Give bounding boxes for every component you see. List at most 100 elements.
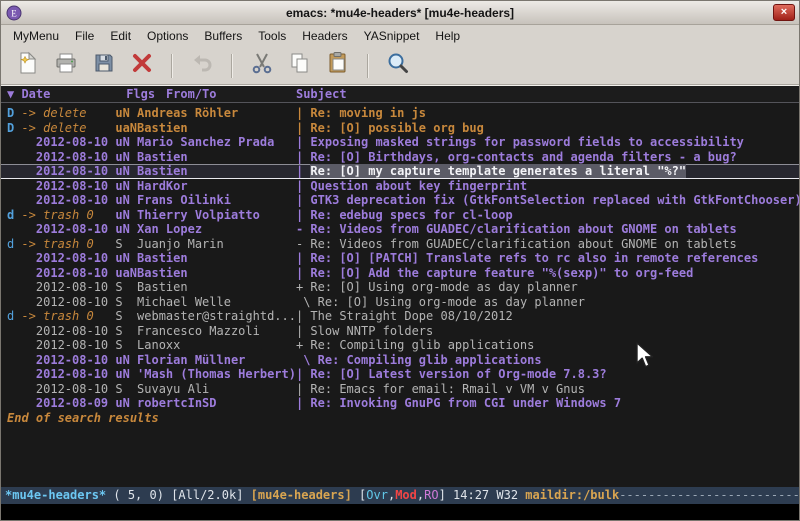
message-flags: S [115, 338, 137, 353]
subject-text: Re: [O] [PATCH] Translate refs to rc als… [310, 251, 758, 265]
header-col-flags[interactable]: Flgs [126, 86, 166, 102]
mode-line-segment-plain: ( 5, 0) [106, 488, 171, 502]
thread-indicator: | [296, 251, 310, 265]
subject-text: Re: Emacs for email: Rmail v VM v Gnus [310, 382, 585, 396]
header-col-date[interactable]: ▼ Date [7, 86, 126, 102]
message-row[interactable]: 2012-08-10SBastien+ Re: [O] Using org-mo… [1, 280, 799, 295]
message-flags: S [115, 237, 137, 252]
subject-text: Re: [O] Birthdays, org-contacts and agen… [310, 150, 736, 164]
undo-button[interactable] [186, 50, 218, 82]
thread-indicator: | [296, 266, 310, 280]
message-row[interactable]: 2012-08-10uNBastien| Re: [O] my capture … [1, 164, 799, 179]
subject-text: Slow NNTP folders [310, 324, 433, 338]
mode-line-segment-mode: [mu4e-headers] [251, 488, 352, 502]
menu-tools[interactable]: Tools [250, 26, 294, 46]
new-file-button[interactable] [12, 50, 44, 82]
message-subject: | Exposing masked strings for password f… [296, 135, 799, 150]
window-close-button[interactable]: × [773, 4, 795, 21]
message-flags: S [115, 309, 137, 324]
subject-text: Re: [O] Add the capture feature "%(sexp)… [310, 266, 693, 280]
svg-text:E: E [11, 8, 17, 18]
save-button[interactable] [88, 50, 120, 82]
print-button[interactable] [50, 50, 82, 82]
message-flags: S [115, 280, 137, 295]
message-row[interactable]: 2012-08-10uNXan Lopez- Re: Videos from G… [1, 222, 799, 237]
mark-action: -> delete [14, 121, 86, 135]
message-subject: \ Re: [O] Using org-mode as day planner [296, 295, 799, 310]
message-mark: d -> trash 0 [7, 309, 115, 324]
message-date: 2012-08-10 [7, 295, 115, 310]
message-mark: D -> delete [7, 106, 115, 121]
menu-help[interactable]: Help [427, 26, 468, 46]
subject-text: GTK3 deprecation fix (GtkFontSelection r… [310, 193, 799, 207]
mode-line-segment-query: maildir:/bulk [525, 488, 619, 502]
message-row[interactable]: 2012-08-10uaNBastien| Re: [O] Add the ca… [1, 266, 799, 281]
thread-indicator: | [296, 164, 310, 178]
menu-mymenu[interactable]: MyMenu [5, 26, 67, 46]
message-row[interactable]: 2012-08-09uNrobertcInSD| Re: Invoking Gn… [1, 396, 799, 411]
message-subject: - Re: Videos from GUADEC/clarification a… [296, 222, 799, 237]
menu-yasnippet[interactable]: YASnippet [356, 26, 428, 46]
message-flags: S [115, 382, 137, 397]
message-date: 2012-08-10 [7, 353, 115, 368]
message-from: Florian Müllner [137, 353, 296, 368]
close-button[interactable] [126, 50, 158, 82]
close-icon [130, 51, 154, 80]
message-row[interactable]: d -> trash 0Swebmaster@straightd...| The… [1, 309, 799, 324]
message-row[interactable]: D -> deleteuaNBastien| Re: [O] possible … [1, 121, 799, 136]
header-col-from[interactable]: From/To [166, 86, 296, 102]
mark-action: -> trash 0 [14, 309, 93, 323]
message-row[interactable]: d -> trash 0SJuanjo Marin- Re: Videos fr… [1, 237, 799, 252]
message-flags: S [115, 324, 137, 339]
message-flags: uaN [115, 121, 137, 136]
message-flags: uN [115, 353, 137, 368]
copy-button[interactable] [284, 50, 316, 82]
menu-options[interactable]: Options [139, 26, 196, 46]
message-from: Xan Lopez [137, 222, 296, 237]
menu-file[interactable]: File [67, 26, 102, 46]
menu-buffers[interactable]: Buffers [196, 26, 250, 46]
buffer-empty-space [1, 425, 799, 487]
echo-area[interactable] [1, 504, 799, 520]
message-row[interactable]: d -> trash 0uNThierry Volpiatto| Re: ede… [1, 208, 799, 223]
menu-edit[interactable]: Edit [102, 26, 139, 46]
message-row[interactable]: 2012-08-10SLanoxx+ Re: Compiling glib ap… [1, 338, 799, 353]
thread-indicator: | [296, 150, 310, 164]
message-date: 2012-08-10 [7, 251, 115, 266]
thread-indicator: \ [296, 353, 318, 367]
cut-button[interactable] [246, 50, 278, 82]
message-date: 2012-08-10 [7, 324, 115, 339]
message-row[interactable]: 2012-08-10SFrancesco Mazzoli| Slow NNTP … [1, 324, 799, 339]
message-from: Thierry Volpiatto [137, 208, 296, 223]
message-from: Suvayu Ali [137, 382, 296, 397]
subject-text: Re: Invoking GnuPG from CGI under Window… [310, 396, 621, 410]
message-row[interactable]: 2012-08-10uNFrans Oilinki| GTK3 deprecat… [1, 193, 799, 208]
message-from: Bastien [137, 150, 296, 165]
message-row[interactable]: 2012-08-10SMichael Welle \ Re: [O] Using… [1, 295, 799, 310]
message-date: 2012-08-10 [7, 367, 115, 382]
message-date: 2012-08-10 [7, 150, 115, 165]
message-row[interactable]: D -> deleteuNAndreas Röhler| Re: moving … [1, 106, 799, 121]
message-from: Lanoxx [137, 338, 296, 353]
message-subject: | Re: [O] my capture template generates … [296, 164, 799, 179]
message-row[interactable]: 2012-08-10uNFlorian Müllner \ Re: Compil… [1, 353, 799, 368]
search-button[interactable] [382, 50, 414, 82]
message-subject: | Re: Emacs for email: Rmail v VM v Gnus [296, 382, 799, 397]
message-row[interactable]: 2012-08-10uNHardKor| Question about key … [1, 179, 799, 194]
message-subject: - Re: Videos from GUADEC/clarification a… [296, 237, 799, 252]
message-flags: S [115, 295, 137, 310]
mode-line: *mu4e-headers* ( 5, 0) [All/2.0k] [mu4e-… [1, 487, 799, 504]
message-from: Bastien [137, 121, 296, 136]
menu-headers[interactable]: Headers [294, 26, 355, 46]
subject-text: Question about key fingerprint [310, 179, 527, 193]
message-row[interactable]: 2012-08-10uNBastien| Re: [O] Birthdays, … [1, 150, 799, 165]
message-row[interactable]: 2012-08-10uNBastien| Re: [O] [PATCH] Tra… [1, 251, 799, 266]
paste-button[interactable] [322, 50, 354, 82]
message-row[interactable]: 2012-08-10SSuvayu Ali| Re: Emacs for ema… [1, 382, 799, 397]
title-bar: E emacs: *mu4e-headers* [mu4e-headers] × [1, 1, 799, 25]
message-row[interactable]: 2012-08-10uN'Mash (Thomas Herbert)| Re: … [1, 367, 799, 382]
message-row[interactable]: 2012-08-10uNMario Sanchez Prada| Exposin… [1, 135, 799, 150]
subject-text: Re: [O] my capture template generates a … [310, 164, 686, 178]
header-col-subject[interactable]: Subject [296, 86, 799, 102]
message-date: 2012-08-10 [7, 338, 115, 353]
